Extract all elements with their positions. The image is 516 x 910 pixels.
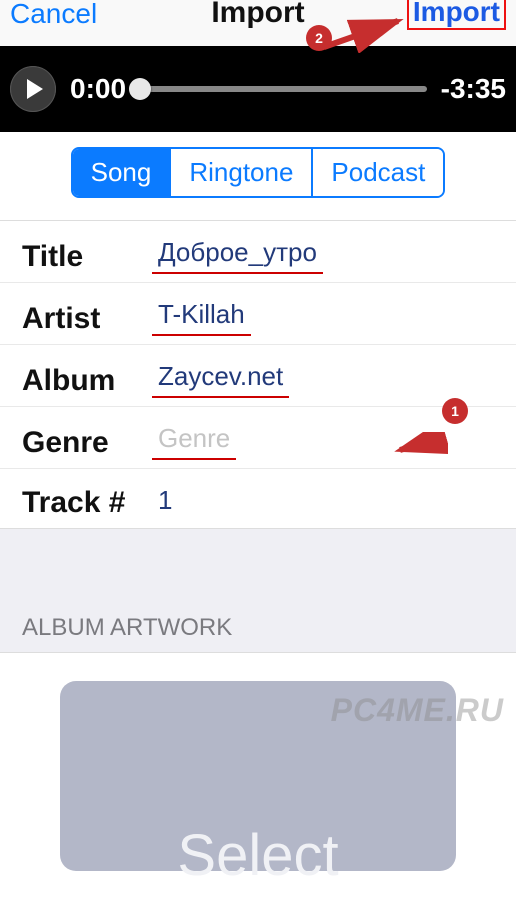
genre-label: Genre — [22, 426, 152, 460]
artwork-area: Select — [0, 652, 516, 871]
artist-label: Artist — [22, 302, 152, 336]
scrubber-thumb[interactable] — [129, 78, 151, 100]
type-segmented-control: Song Ringtone Podcast — [0, 132, 516, 220]
track-input[interactable]: 1 — [152, 483, 178, 520]
title-label: Title — [22, 240, 152, 274]
play-button[interactable] — [10, 66, 56, 112]
track-label: Track # — [22, 486, 152, 520]
play-icon — [27, 79, 43, 99]
segment-song[interactable]: Song — [73, 149, 172, 196]
segment-podcast[interactable]: Podcast — [313, 149, 443, 196]
current-time: 0:00 — [70, 73, 126, 105]
row-album: Album Zaycev.net — [0, 345, 516, 407]
select-artwork-button[interactable]: Select — [60, 681, 456, 871]
select-artwork-label: Select — [177, 822, 338, 889]
artist-input[interactable]: T-Killah — [152, 297, 251, 336]
audio-player: 0:00 -3:35 — [0, 46, 516, 132]
album-label: Album — [22, 364, 152, 398]
import-button[interactable]: Import — [407, 0, 506, 30]
segment-ringtone[interactable]: Ringtone — [171, 149, 313, 196]
album-input[interactable]: Zaycev.net — [152, 359, 289, 398]
page-title: Import — [211, 0, 304, 28]
navbar: Cancel Import Import — [0, 0, 516, 46]
genre-input[interactable]: Genre — [152, 421, 236, 460]
row-track: Track # 1 — [0, 469, 516, 528]
metadata-form: Title Доброе_утро Artist T-Killah Album … — [0, 220, 516, 528]
cancel-button[interactable]: Cancel — [10, 0, 97, 28]
artwork-header: ALBUM ARTWORK — [0, 614, 516, 652]
title-input[interactable]: Доброе_утро — [152, 235, 323, 274]
row-title: Title Доброе_утро — [0, 221, 516, 283]
section-gap — [0, 528, 516, 614]
remaining-time: -3:35 — [441, 73, 506, 105]
row-genre: Genre Genre — [0, 407, 516, 469]
scrubber-track[interactable] — [140, 86, 427, 92]
row-artist: Artist T-Killah — [0, 283, 516, 345]
